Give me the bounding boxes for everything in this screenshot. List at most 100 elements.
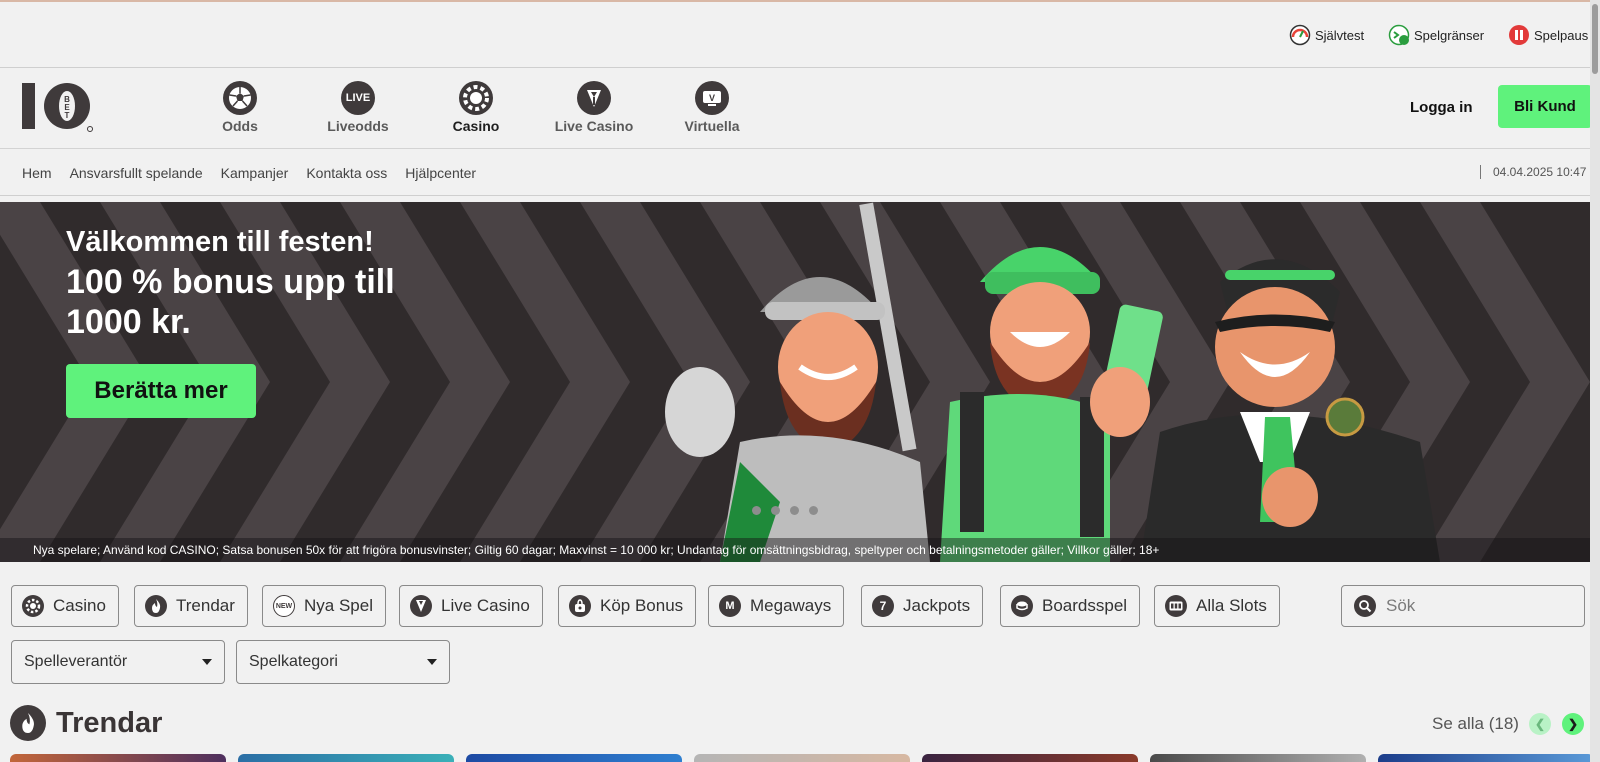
category-select[interactable]: Spelkategori [236, 640, 450, 684]
login-button[interactable]: Logga in [1410, 99, 1473, 116]
search-icon [1354, 595, 1376, 617]
limits-link[interactable]: Spelgränser [1388, 24, 1484, 46]
bag-icon [569, 595, 591, 617]
section-title: Trendar [56, 706, 163, 739]
nav-label: Virtuella [684, 118, 740, 134]
flame-icon [10, 705, 46, 741]
subnav-campaigns[interactable]: Kampanjer [221, 165, 289, 181]
chip-new-games[interactable]: NEW Nya Spel [262, 585, 386, 627]
slots-icon [1165, 595, 1187, 617]
chip-jackpots[interactable]: 7 Jackpots [861, 585, 984, 627]
game-tile[interactable] [466, 754, 682, 762]
chip-megaways[interactable]: M Megaways [708, 585, 845, 627]
nav-label: Casino [452, 118, 500, 134]
nav-casino[interactable]: Casino [421, 81, 531, 134]
flame-icon [145, 595, 167, 617]
dealer-icon [577, 81, 611, 115]
game-tiles-row [10, 754, 1594, 762]
nav-odds[interactable]: Odds [185, 81, 295, 134]
section-header: Trendar [10, 705, 162, 741]
self-test-label: Självtest [1315, 27, 1365, 43]
signup-button[interactable]: Bli Kund [1498, 85, 1592, 128]
browser-page: Självtest Spelgränser Spelpaus B E T Odd… [0, 0, 1600, 762]
game-tile[interactable] [922, 754, 1138, 762]
seven-badge: 7 [879, 599, 887, 613]
limits-icon [1388, 24, 1410, 46]
carousel-next-button[interactable]: ❯ [1562, 713, 1584, 735]
nav-virtual[interactable]: V Virtuella [657, 81, 767, 134]
category-select-value: Spelkategori [249, 653, 338, 670]
chip-live-casino[interactable]: Live Casino [399, 585, 543, 627]
banner-cta-button[interactable]: Berätta mer [66, 364, 256, 418]
search-input[interactable] [1386, 596, 1566, 616]
utility-bar: Självtest Spelgränser Spelpaus [0, 2, 1590, 68]
chip-label: Boardsspel [1042, 596, 1128, 615]
subnav-home[interactable]: Hem [22, 165, 52, 181]
date-time: 04.04.2025 10:47 [1480, 165, 1586, 179]
chevron-down-icon [427, 659, 437, 665]
seven-icon: 7 [872, 595, 894, 617]
svg-text:T: T [65, 111, 70, 120]
gauge-icon [1289, 24, 1311, 46]
virtual-tv-icon: V [695, 81, 729, 115]
chevron-down-icon [202, 659, 212, 665]
chip-all-slots[interactable]: Alla Slots [1154, 585, 1280, 627]
virtual-badge: V [709, 93, 715, 103]
pause-link[interactable]: Spelpaus [1508, 24, 1588, 46]
nav-liveodds[interactable]: LIVE Liveodds [303, 81, 413, 134]
game-tile[interactable] [694, 754, 910, 762]
new-badge: NEW [275, 602, 293, 610]
provider-select[interactable]: Spelleverantör [11, 640, 225, 684]
chip-label: Köp Bonus [600, 596, 684, 615]
casino-chip-icon [22, 595, 44, 617]
chip-label: Megaways [750, 596, 832, 615]
banner-terms: Nya spelare; Använd kod CASINO; Satsa bo… [0, 538, 1590, 562]
subnav-responsible[interactable]: Ansvarsfullt spelande [70, 165, 203, 181]
chip-casino[interactable]: Casino [11, 585, 119, 627]
subnav-contact[interactable]: Kontakta oss [306, 165, 387, 181]
main-navigation: B E T Odds LIVE Liveodds Casino Live Cas… [0, 69, 1592, 149]
search-box[interactable] [1341, 585, 1585, 627]
scrollbar-thumb[interactable] [1592, 4, 1598, 74]
token-icon [1011, 595, 1033, 617]
chip-buy-bonus[interactable]: Köp Bonus [558, 585, 697, 627]
pause-icon [1508, 24, 1530, 46]
chevron-left-icon: ❮ [1534, 717, 1546, 731]
nav-live-casino[interactable]: Live Casino [539, 81, 649, 134]
subnav-help[interactable]: Hjälpcenter [405, 165, 476, 181]
scrollbar[interactable] [1590, 0, 1600, 762]
casino-chip-icon [459, 81, 493, 115]
pause-label: Spelpaus [1534, 27, 1589, 43]
brand-logo[interactable]: B E T [22, 81, 94, 133]
game-tile[interactable] [238, 754, 454, 762]
live-icon: LIVE [341, 81, 375, 115]
dealer-icon [410, 595, 432, 617]
carousel-dot[interactable] [771, 506, 780, 515]
megaways-badge: M [725, 600, 735, 612]
limits-label: Spelgränser [1414, 27, 1485, 43]
sub-navigation: Hem Ansvarsfullt spelande Kampanjer Kont… [0, 150, 1590, 196]
self-test-link[interactable]: Självtest [1289, 24, 1364, 46]
banner-headline: Välkommen till festen! [66, 226, 374, 258]
chip-board-games[interactable]: Boardsspel [1000, 585, 1141, 627]
carousel-dot[interactable] [809, 506, 818, 515]
see-all-link[interactable]: Se alla (18) [1432, 714, 1519, 734]
megaways-icon: M [719, 595, 741, 617]
soccer-ball-icon [223, 81, 257, 115]
game-tile[interactable] [1150, 754, 1366, 762]
carousel-dot[interactable] [752, 506, 761, 515]
game-tile[interactable] [1378, 754, 1594, 762]
promo-banner[interactable]: Välkommen till festen! 100 % bonus upp t… [0, 202, 1590, 562]
chip-label: Casino [53, 596, 106, 615]
game-tile[interactable] [10, 754, 226, 762]
carousel-dot[interactable] [790, 506, 799, 515]
live-badge: LIVE [345, 92, 371, 104]
carousel-prev-button[interactable]: ❮ [1529, 713, 1551, 735]
chip-trending[interactable]: Trendar [134, 585, 248, 627]
chevron-right-icon: ❯ [1567, 717, 1579, 731]
nav-label: Odds [222, 118, 258, 134]
chip-label: Live Casino [441, 596, 530, 615]
banner-offer: 100 % bonus upp till 1000 kr. [66, 263, 395, 341]
new-icon: NEW [273, 595, 295, 617]
chip-label: Jackpots [903, 596, 971, 615]
